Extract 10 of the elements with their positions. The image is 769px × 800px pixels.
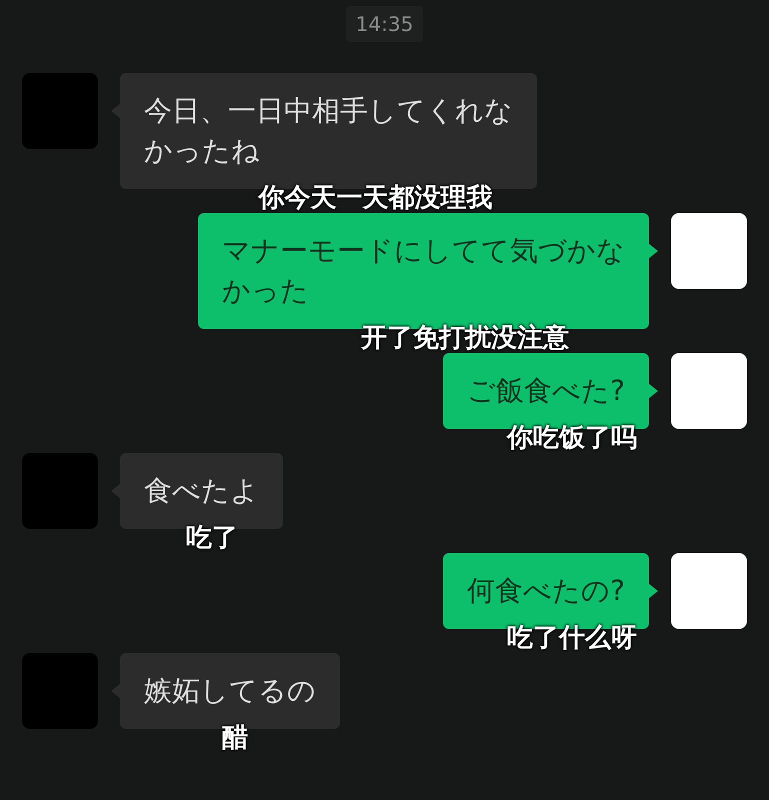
bubble-tail [648, 583, 658, 599]
avatar[interactable] [22, 653, 98, 729]
avatar[interactable] [671, 353, 747, 429]
avatar[interactable] [671, 553, 747, 629]
avatar[interactable] [671, 213, 747, 289]
bubble-tail [648, 243, 658, 259]
bubble-tail [648, 383, 658, 399]
avatar[interactable] [22, 453, 98, 529]
avatar[interactable] [22, 73, 98, 149]
timestamp: 14:35 [346, 6, 424, 42]
